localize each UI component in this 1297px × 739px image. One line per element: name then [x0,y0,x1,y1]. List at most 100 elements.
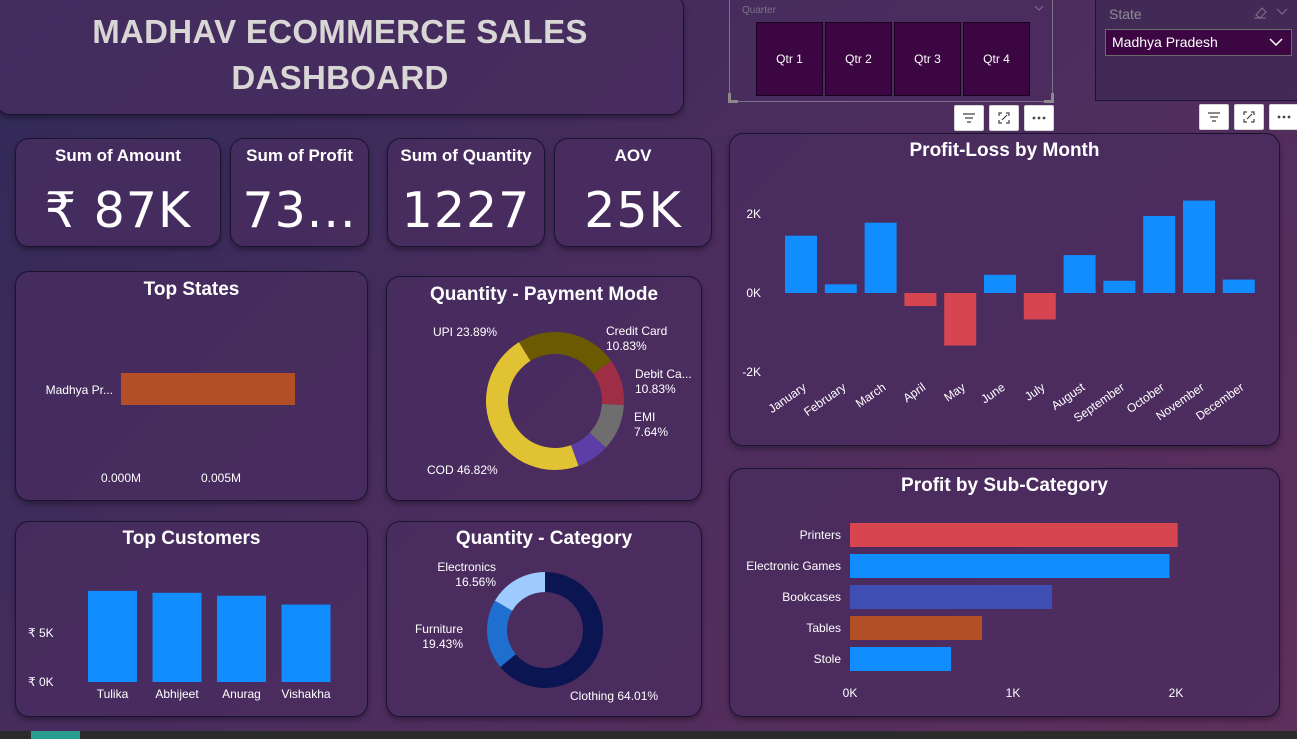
dashboard-title: MADHAV ECOMMERCE SALES DASHBOARD [92,12,588,96]
subcategory-label: Bookcases [782,590,841,604]
quarter-button-1[interactable]: Qtr 1 [756,22,823,96]
category-chart: Clothing 64.01% Furniture19.43% Electronic… [415,560,658,703]
customer-label: Anurag [222,687,261,701]
slice-label: Debit Ca... [635,367,692,381]
profit-loss-card[interactable]: Profit-Loss by Month -2K 0K 2K January Febru… [729,133,1280,446]
state-slicer-label: State [1109,6,1142,22]
selection-corner [728,93,738,103]
kpi-card-quantity[interactable]: Sum of Quantity 1227 [387,138,545,247]
kpi-label: Sum of Profit [246,146,353,165]
month-bar [1143,215,1176,293]
kpi-card-aov[interactable]: AOV 25K [554,138,712,247]
x-tick-label: 0.000M [101,471,141,485]
x-tick-label: 1K [1006,686,1021,700]
state-dropdown[interactable]: Madhya Pradesh [1105,29,1292,56]
month-bar [864,222,897,293]
donut-slice [494,572,545,611]
customer-bar [88,590,137,682]
filter-icon [963,113,975,123]
category-card[interactable]: Quantity - Category Clothing 64.01% Furni… [386,521,702,717]
payment-mode-chart: COD 46.82% UPI 23.89% Credit Card 10.83%Deb… [427,324,692,477]
month-label: February [801,380,848,419]
month-bar [944,293,977,346]
donut-slice [485,342,579,471]
state-bar [121,373,295,405]
focus-mode-icon [998,112,1010,124]
top-customers-card[interactable]: Top Customers ₹ 0K ₹ 5K Tulika Abhijeet Anur… [15,521,368,717]
donut-slice [487,600,516,667]
x-tick-label: 2K [1169,686,1184,700]
slice-percent: 10.83% [635,382,676,396]
state-label: Madhya Pr... [46,383,113,397]
kpi-value: ₹ 87K [44,182,192,239]
month-bar [1023,293,1056,320]
subcategory-label: Tables [806,621,841,635]
kpi-value: 1227 [401,182,531,239]
top-states-chart: Madhya Pr... 0.000M 0.005M [46,373,295,485]
y-tick-label: -2K [742,365,761,379]
eraser-icon[interactable] [1252,5,1268,19]
kpi-label: AOV [614,146,652,165]
donut-slice [518,332,612,374]
y-tick-label: ₹ 0K [28,675,54,689]
more-options-button[interactable] [1269,104,1297,130]
page-tabs-bar [0,731,1297,739]
quarter-button-2[interactable]: Qtr 2 [825,22,892,96]
state-slicer[interactable]: State Madhya Pradesh [1095,0,1297,101]
subcategory-bar [850,523,1178,547]
slice-label: UPI 23.89% [433,325,497,339]
quarter-button-4[interactable]: Qtr 4 [963,22,1030,96]
profit-subcategory-card[interactable]: Profit by Sub-Category Printers Electroni… [729,468,1280,717]
month-label: March [853,380,888,411]
chevron-down-icon[interactable] [1034,5,1044,11]
focus-mode-button[interactable] [989,105,1019,131]
quarter-button-3[interactable]: Qtr 3 [894,22,961,96]
focus-mode-button[interactable] [1234,104,1264,130]
selection-corner [1044,93,1054,103]
month-label: June [978,380,1008,407]
slice-label: EMI [634,410,655,424]
filter-button[interactable] [1199,104,1229,130]
filter-button[interactable] [954,105,984,131]
payment-mode-card[interactable]: Quantity - Payment Mode COD 46.82% UPI 23… [386,276,702,501]
quarter-slicer[interactable]: Quarter Qtr 1 Qtr 2 Qtr 3 Qtr 4 [728,0,1054,103]
more-options-icon [1032,116,1046,120]
profit-subcategory-chart: Printers Electronic Games Bookcases Tables S… [746,523,1184,700]
filter-icon [1208,112,1220,122]
slice-percent: 16.56% [455,575,496,589]
kpi-value: 25K [584,182,682,239]
slice-percent: 7.64% [634,425,668,439]
focus-mode-icon [1243,111,1255,123]
subcategory-label: Stole [814,652,842,666]
month-label: April [900,380,928,405]
subcategory-bar [850,585,1053,609]
slice-label: COD 46.82% [427,463,498,477]
month-bar [1063,255,1096,293]
month-label: July [1022,380,1048,404]
chevron-down-icon [1269,38,1283,47]
kpi-label: Sum of Quantity [400,146,532,165]
customer-bar [152,592,202,682]
top-customers-chart: ₹ 0K ₹ 5K Tulika Abhijeet Anurag Vishakha [28,590,331,701]
chevron-down-icon[interactable] [1276,8,1288,15]
subcategory-label: Printers [800,528,841,542]
y-tick-label: 2K [746,207,761,221]
kpi-value: 73... [242,182,357,239]
dashboard-title-card: MADHAV ECOMMERCE SALES DASHBOARD [0,0,684,115]
subcategory-bar [850,647,952,671]
top-states-card[interactable]: Top States Madhya Pr... 0.000M 0.005M [15,271,368,501]
x-tick-label: 0.005M [201,471,241,485]
month-bar [1222,279,1255,293]
kpi-card-profit[interactable]: Sum of Profit 73... [230,138,369,247]
subcategory-bar [850,616,983,640]
more-options-button[interactable] [1024,105,1054,131]
customer-bar [281,604,331,682]
kpi-card-amount[interactable]: Sum of Amount ₹ 87K [15,138,221,247]
quarter-slicer-header: Quarter [742,5,776,16]
state-selected-value: Madhya Pradesh [1112,34,1218,50]
slice-label: Electronics [437,560,496,574]
page-tab-active[interactable] [31,731,80,739]
month-bar [785,235,817,293]
more-options-icon [1277,115,1291,119]
slice-label: Credit Card [606,324,667,338]
